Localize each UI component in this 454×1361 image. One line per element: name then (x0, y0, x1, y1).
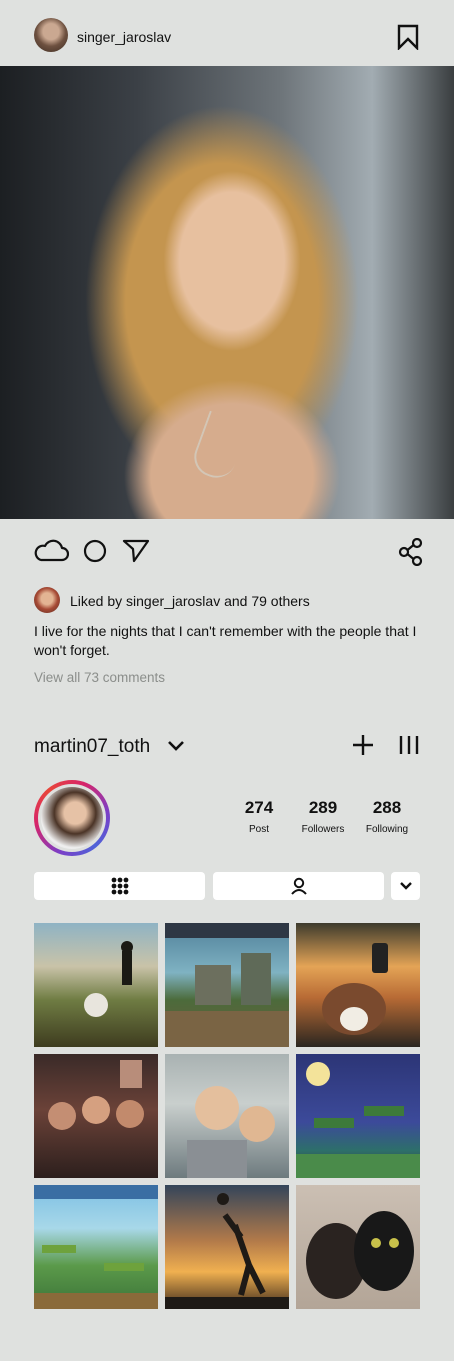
bookmark-icon[interactable] (396, 24, 420, 50)
stat-posts-label: Post (248, 824, 269, 835)
photo-content (48, 1060, 144, 1130)
post-header (0, 0, 454, 66)
stat-following[interactable]: 288 Following (357, 798, 417, 835)
grid-photo-5[interactable] (165, 1054, 289, 1178)
menu-bars-icon[interactable] (398, 733, 420, 757)
chevron-down-icon (399, 882, 412, 890)
chevron-down-icon[interactable] (166, 737, 186, 755)
post-author-username[interactable]: singer_jaroslav (77, 29, 171, 45)
avatar-photo (41, 787, 103, 849)
liked-by-avatar[interactable] (34, 587, 60, 613)
tab-tagged[interactable] (213, 872, 384, 900)
photo-content (296, 1062, 420, 1178)
stat-posts-value: 274 (244, 798, 274, 817)
tab-grid[interactable] (34, 872, 205, 900)
profile-avatar[interactable] (34, 780, 110, 856)
tab-more[interactable] (391, 872, 420, 900)
stat-following-value: 288 (372, 798, 402, 817)
photo-content (187, 1086, 275, 1178)
post-photo[interactable] (0, 66, 454, 519)
stat-followers-value: 289 (308, 798, 338, 817)
photo-content (84, 941, 133, 1017)
stat-posts[interactable]: 274 Post (234, 798, 284, 835)
stat-followers[interactable]: 289 Followers (293, 798, 353, 835)
grid-icon (111, 877, 128, 895)
grid-photo-2[interactable] (165, 923, 289, 1047)
photo-detail (188, 410, 250, 484)
grid-photo-3[interactable] (296, 923, 420, 1047)
photo-content (322, 943, 388, 1035)
grid-photo-4[interactable] (34, 1054, 158, 1178)
grid-photo-1[interactable] (34, 923, 158, 1047)
stat-followers-label: Followers (301, 824, 345, 835)
post-caption: I live for the nights that I can't remem… (34, 623, 417, 658)
photo-content (34, 1185, 158, 1309)
grid-photo-7[interactable] (34, 1185, 158, 1309)
photo-content (165, 1193, 289, 1309)
post-author-avatar[interactable] (34, 18, 68, 52)
plus-icon[interactable] (351, 733, 375, 757)
grid-photo-9[interactable] (296, 1185, 420, 1309)
send-icon[interactable] (120, 537, 156, 565)
grid-photo-6[interactable] (296, 1054, 420, 1178)
share-nodes-icon[interactable] (393, 538, 429, 566)
person-icon (290, 877, 307, 895)
circle-comment-icon[interactable] (79, 537, 115, 565)
profile-username[interactable]: martin07_toth (34, 736, 150, 758)
liked-by-text[interactable]: Liked by singer_jaroslav and 79 others (70, 593, 310, 609)
cloud-like-icon[interactable] (33, 537, 69, 565)
photo-content (165, 953, 289, 1047)
grid-photo-8[interactable] (165, 1185, 289, 1309)
stat-following-label: Following (365, 824, 409, 835)
photo-content (306, 1211, 414, 1299)
view-comments-link[interactable]: View all 73 comments (34, 670, 165, 685)
